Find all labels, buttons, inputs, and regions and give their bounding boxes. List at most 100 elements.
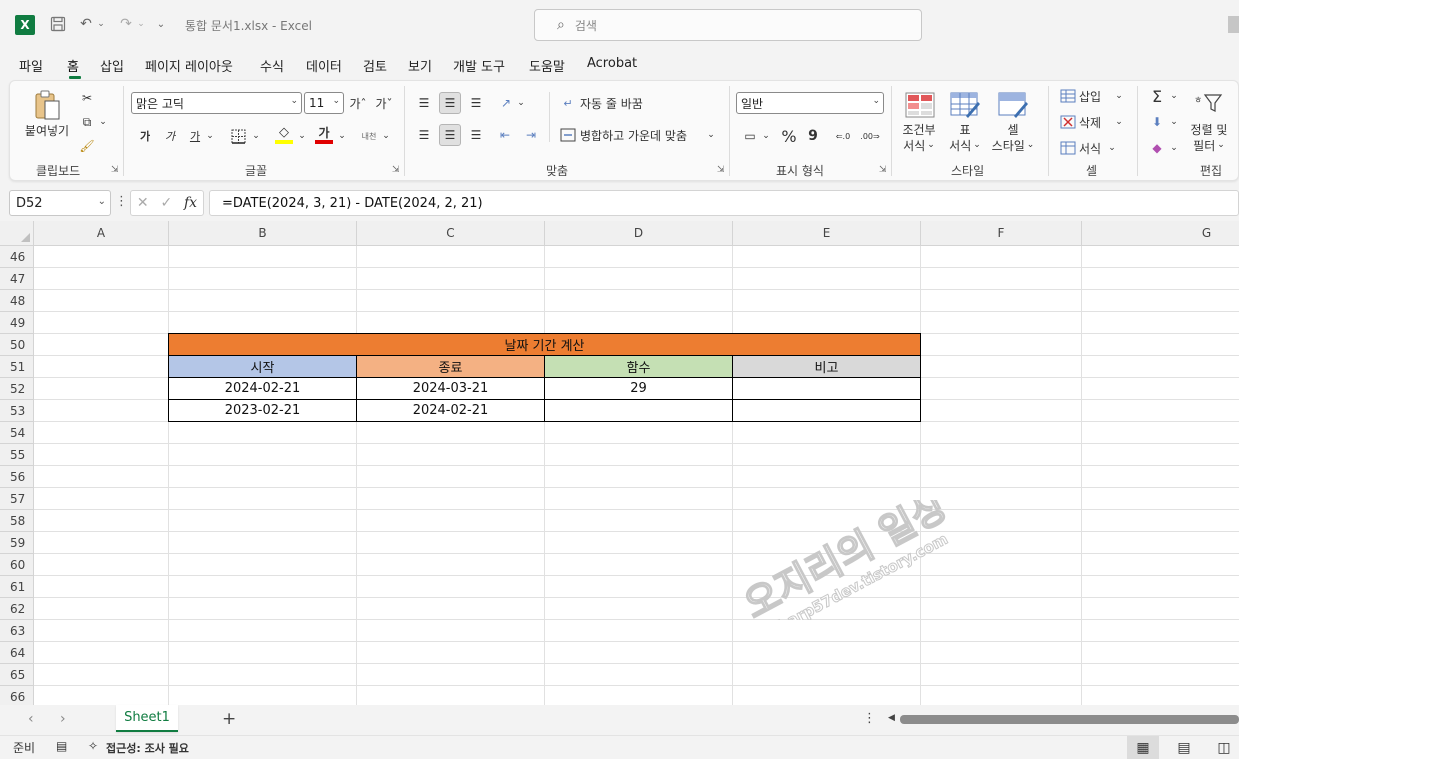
tab-page-layout[interactable]: 페이지 레이아웃: [145, 56, 233, 75]
table-title-cell[interactable]: 날짜 기간 계산: [168, 333, 921, 356]
font-name-combo[interactable]: 맑은 고딕 ⌄: [131, 92, 302, 114]
column-header-a[interactable]: A: [34, 221, 169, 246]
clipboard-launcher-icon[interactable]: ⇲: [111, 165, 119, 175]
fill-color-icon[interactable]: ◇: [272, 124, 296, 146]
cell-e52[interactable]: [732, 377, 921, 400]
tab-review[interactable]: 검토: [363, 56, 387, 75]
tab-formulas[interactable]: 수식: [260, 56, 284, 75]
scroll-left-icon[interactable]: ◀: [888, 713, 895, 723]
row-header[interactable]: 54: [0, 422, 34, 444]
italic-button[interactable]: 가: [160, 126, 180, 146]
sheet-prev-icon[interactable]: ‹: [28, 711, 34, 727]
format-cells-button[interactable]: 서식: [1079, 139, 1101, 157]
cell-styles-label-1[interactable]: 셀: [990, 121, 1036, 137]
cell-styles-icon[interactable]: [997, 90, 1029, 120]
row-header[interactable]: 66: [0, 686, 34, 705]
decrease-indent-icon[interactable]: ⇤: [494, 124, 516, 146]
column-header-e[interactable]: E: [733, 221, 921, 246]
increase-decimal-icon[interactable]: ⇐.0: [832, 126, 854, 146]
merge-dropdown-icon[interactable]: ⌄: [705, 126, 717, 144]
column-header-d[interactable]: D: [545, 221, 733, 246]
copy-dropdown-icon[interactable]: ⌄: [98, 113, 108, 131]
row-header[interactable]: 65: [0, 664, 34, 686]
orientation-dropdown-icon[interactable]: ⌄: [516, 94, 526, 112]
conditional-formatting-icon[interactable]: [904, 90, 936, 120]
page-break-view-icon[interactable]: ◫: [1208, 736, 1239, 759]
row-header[interactable]: 57: [0, 488, 34, 510]
copy-icon[interactable]: ⧉: [76, 112, 98, 132]
tab-view[interactable]: 보기: [408, 56, 432, 75]
worksheet-grid[interactable]: A B C D E F G 46 47 48 49 50 51 52 53 54…: [0, 221, 1239, 705]
row-header[interactable]: 49: [0, 312, 34, 334]
enter-icon[interactable]: ✓: [160, 195, 172, 211]
row-header[interactable]: 64: [0, 642, 34, 664]
wrap-text-icon[interactable]: ↵: [558, 93, 578, 113]
accessibility-status[interactable]: 접근성: 조사 필요: [106, 740, 189, 756]
align-middle-icon[interactable]: ☰: [439, 92, 461, 114]
font-color-dropdown-icon[interactable]: ⌄: [337, 127, 347, 145]
grow-font-button[interactable]: 가ˆ: [347, 93, 369, 113]
horizontal-scrollbar[interactable]: [900, 715, 1239, 724]
align-center-icon[interactable]: ☰: [439, 124, 461, 146]
paste-button[interactable]: 붙여넣기: [21, 122, 73, 138]
increase-indent-icon[interactable]: ⇥: [520, 124, 542, 146]
fill-dropdown-icon[interactable]: ⌄: [1168, 114, 1180, 130]
cell-d52-selected[interactable]: 29: [544, 377, 733, 400]
align-top-icon[interactable]: ☰: [413, 92, 435, 114]
column-header-c[interactable]: C: [357, 221, 545, 246]
cell-c52[interactable]: 2024-03-21: [356, 377, 545, 400]
normal-view-icon[interactable]: ▦: [1127, 736, 1159, 759]
phonetic-button[interactable]: 내천: [358, 126, 380, 146]
font-size-combo[interactable]: 11 ⌄: [304, 92, 344, 114]
phonetic-dropdown-icon[interactable]: ⌄: [381, 127, 391, 145]
cancel-icon[interactable]: ✕: [137, 195, 149, 211]
header-function-cell[interactable]: 함수: [544, 355, 733, 378]
page-layout-view-icon[interactable]: ▤: [1168, 736, 1200, 759]
format-as-table-label-1[interactable]: 표: [942, 121, 988, 137]
header-note-cell[interactable]: 비고: [732, 355, 921, 378]
alignment-launcher-icon[interactable]: ⇲: [717, 165, 725, 175]
sort-filter-label-1[interactable]: 정렬 및: [1186, 121, 1232, 137]
column-header-g[interactable]: G: [1082, 221, 1239, 246]
row-header[interactable]: 58: [0, 510, 34, 532]
format-painter-icon[interactable]: 🖌: [76, 136, 98, 156]
tab-home[interactable]: 홈: [67, 56, 79, 75]
header-start-cell[interactable]: 시작: [168, 355, 357, 378]
clear-icon[interactable]: ◆: [1147, 138, 1167, 158]
row-header[interactable]: 48: [0, 290, 34, 312]
row-header[interactable]: 47: [0, 268, 34, 290]
row-header[interactable]: 56: [0, 466, 34, 488]
font-launcher-icon[interactable]: ⇲: [392, 165, 400, 175]
customize-qat-icon[interactable]: ⌄: [154, 16, 168, 32]
conditional-formatting-button[interactable]: 서식 ⌄: [895, 137, 943, 153]
accounting-dropdown-icon[interactable]: ⌄: [761, 127, 771, 145]
format-as-table-icon[interactable]: [949, 90, 981, 120]
format-dropdown-icon[interactable]: ⌄: [1106, 140, 1118, 156]
tab-acrobat[interactable]: Acrobat: [587, 56, 637, 71]
tab-help[interactable]: 도움말: [529, 56, 565, 75]
sort-filter-button[interactable]: 필터 ⌄: [1186, 137, 1232, 153]
row-header[interactable]: 62: [0, 598, 34, 620]
cell-c53[interactable]: 2024-02-21: [356, 399, 545, 422]
column-header-b[interactable]: B: [169, 221, 357, 246]
autosum-icon[interactable]: Σ: [1147, 86, 1167, 106]
macro-record-icon[interactable]: ▤: [56, 739, 67, 753]
scroll-options-icon[interactable]: ⋮: [863, 711, 876, 726]
redo-dropdown-icon[interactable]: ⌄: [136, 16, 146, 32]
fill-color-dropdown-icon[interactable]: ⌄: [297, 127, 307, 145]
merge-center-icon[interactable]: [558, 125, 578, 145]
delete-cells-icon[interactable]: [1059, 113, 1077, 131]
row-header[interactable]: 53: [0, 400, 34, 422]
row-header[interactable]: 55: [0, 444, 34, 466]
formula-bar-options-icon[interactable]: ⋮: [115, 194, 128, 209]
tab-data[interactable]: 데이터: [306, 56, 342, 75]
row-header[interactable]: 59: [0, 532, 34, 554]
align-right-icon[interactable]: ☰: [465, 124, 487, 146]
wrap-text-button[interactable]: 자동 줄 바꿈: [580, 93, 643, 113]
insert-cells-icon[interactable]: [1059, 87, 1077, 105]
align-bottom-icon[interactable]: ☰: [465, 92, 487, 114]
orientation-icon[interactable]: ↗: [496, 92, 516, 114]
clear-dropdown-icon[interactable]: ⌄: [1168, 140, 1180, 156]
redo-icon[interactable]: ↷: [116, 14, 136, 34]
shrink-font-button[interactable]: 가ˇ: [373, 93, 395, 113]
